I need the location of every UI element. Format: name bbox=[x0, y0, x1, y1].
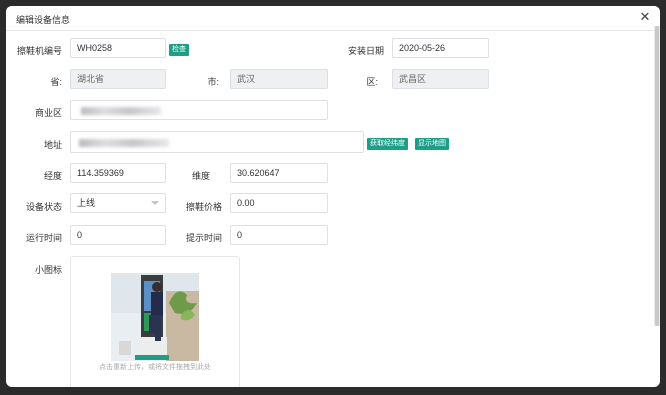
icon-upload-area[interactable]: 点击重新上传，或将文件拖拽到此处 bbox=[70, 256, 240, 387]
device-no-input[interactable]: WH0258 bbox=[70, 38, 166, 58]
install-date-input[interactable]: 2020-05-26 bbox=[392, 38, 489, 58]
redacted-text bbox=[81, 107, 161, 115]
district-input: 武昌区 bbox=[392, 69, 489, 89]
upload-hint: 点击重新上传，或将文件拖拽到此处 bbox=[99, 364, 211, 371]
icon-label: 小图标 bbox=[34, 265, 62, 275]
close-icon[interactable]: ✕ bbox=[638, 10, 652, 24]
get-coordinates-button[interactable]: 获取经纬度 bbox=[367, 138, 408, 150]
remind-time-label: 提示时间 bbox=[185, 233, 222, 243]
city-label: 市: bbox=[207, 77, 219, 87]
install-date-label: 安装日期 bbox=[347, 46, 384, 56]
check-button[interactable]: 检查 bbox=[169, 44, 189, 56]
longitude-input[interactable]: 114.359369 bbox=[70, 163, 166, 183]
run-time-input[interactable]: 0 bbox=[70, 225, 166, 245]
device-no-label: 擦鞋机编号 bbox=[16, 46, 62, 56]
latitude-label: 维度 bbox=[191, 171, 210, 181]
status-value: 上线 bbox=[77, 198, 96, 208]
province-input: 湖北省 bbox=[70, 69, 166, 89]
business-area-input[interactable] bbox=[70, 100, 328, 120]
run-time-label: 运行时间 bbox=[25, 233, 62, 243]
remind-time-input[interactable]: 0 bbox=[230, 225, 328, 245]
status-label: 设备状态 bbox=[25, 202, 62, 212]
price-input[interactable]: 0.00 bbox=[230, 193, 328, 213]
dialog-body: 擦鞋机编号 WH0258 检查 安装日期 2020-05-26 省: 湖北省 市… bbox=[6, 31, 660, 387]
price-label: 擦鞋价格 bbox=[185, 202, 222, 212]
address-input[interactable] bbox=[70, 131, 364, 153]
show-map-button[interactable]: 显示地图 bbox=[415, 138, 449, 150]
dialog-titlebar: 编辑设备信息 ✕ bbox=[6, 6, 660, 31]
chevron-down-icon bbox=[151, 201, 159, 205]
edit-device-dialog: 编辑设备信息 ✕ 擦鞋机编号 WH0258 检查 安装日期 2020-05-26… bbox=[6, 6, 660, 387]
longitude-label: 经度 bbox=[43, 171, 62, 181]
address-label: 地址 bbox=[43, 140, 62, 150]
scrollbar[interactable] bbox=[654, 26, 660, 326]
city-input: 武汉 bbox=[230, 69, 328, 89]
redacted-text bbox=[79, 139, 169, 147]
business-area-label: 商业区 bbox=[34, 108, 62, 118]
device-photo bbox=[111, 273, 199, 361]
dialog-title: 编辑设备信息 bbox=[16, 15, 71, 25]
district-label: 区: bbox=[366, 77, 378, 87]
province-label: 省: bbox=[50, 77, 62, 87]
scrollbar-thumb[interactable] bbox=[655, 26, 659, 326]
latitude-input[interactable]: 30.620647 bbox=[230, 163, 328, 183]
status-select[interactable]: 上线 bbox=[70, 193, 166, 213]
